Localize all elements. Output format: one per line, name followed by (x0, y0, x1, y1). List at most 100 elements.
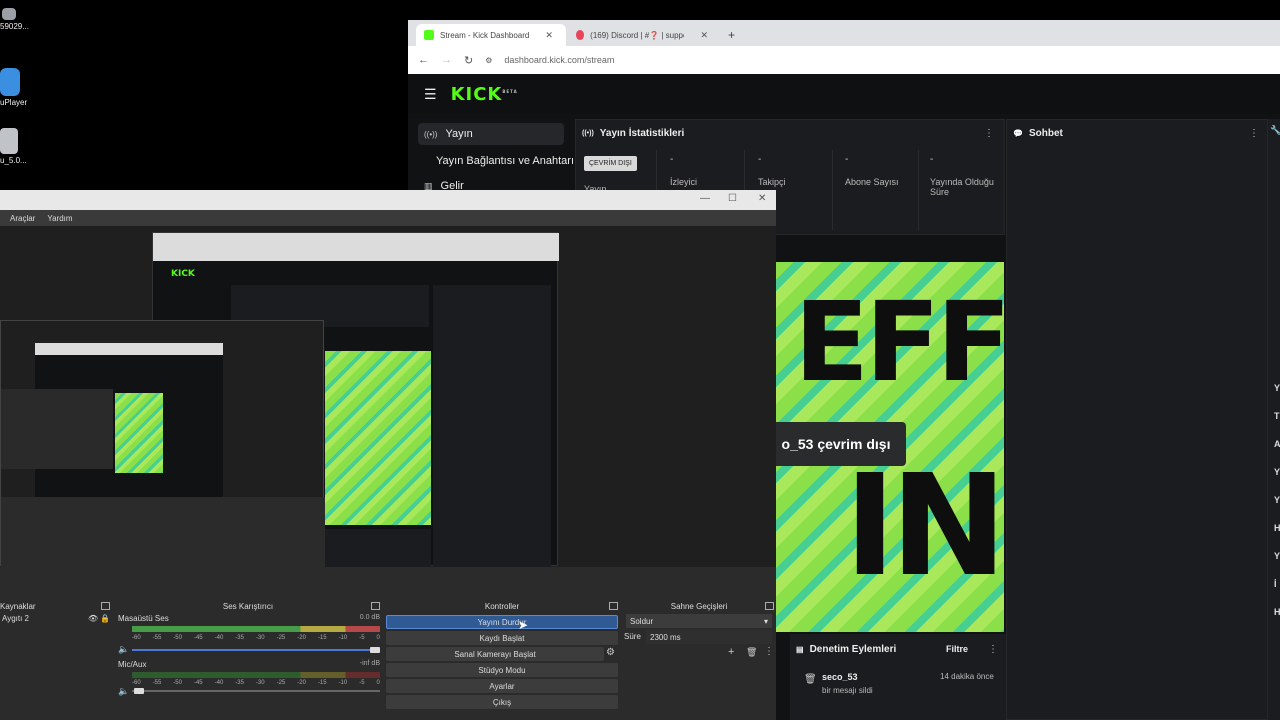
minimize-icon[interactable]: — (700, 193, 710, 204)
start-virtual-camera-button[interactable]: Sanal Kamerayı Başlat (386, 647, 604, 661)
more-options-icon[interactable]: ⋮ (984, 128, 994, 139)
duration-input[interactable]: 2300 ms (646, 630, 772, 644)
kick-logo[interactable]: KICKBETA (451, 84, 518, 105)
panel-title: ((•)) Yayın İstatistikleri (582, 128, 685, 139)
desktop-app-icon (2, 8, 16, 20)
more-options-icon[interactable]: ⋮ (764, 646, 774, 657)
right-edge-label: Y (1274, 495, 1280, 505)
studio-mode-button[interactable]: Stüdyo Modu (386, 663, 618, 677)
document-icon: ▤ (796, 645, 804, 654)
mixer-channel-db: 0.0 dB (359, 614, 380, 621)
close-icon[interactable]: ✕ (700, 30, 708, 41)
tab-title: Stream - Kick Dashboard (440, 30, 530, 40)
volume-slider[interactable] (132, 649, 380, 651)
desktop-icon-1[interactable]: 59029... (0, 8, 40, 31)
add-icon[interactable]: + (728, 646, 734, 658)
visibility-icon[interactable]: 👁 (88, 614, 98, 623)
mixer-dock-title: Ses Karıştırıcı (114, 599, 382, 613)
chat-panel: 💬 Sohbet ⋮ (1006, 119, 1268, 720)
broadcast-icon: ((•)) (582, 130, 594, 137)
obs-window: — ☐ ✕ Araçlar Yardım KICK Kaynaklar Ses … (0, 190, 776, 720)
desktop-icon-label: u_5.0... (0, 156, 27, 165)
chat-icon: 💬 (1013, 129, 1023, 138)
transition-select[interactable]: Soldur ▾ (626, 614, 772, 628)
reload-icon[interactable]: ↻ (464, 54, 473, 67)
start-recording-button[interactable]: Kaydı Başlat (386, 631, 618, 645)
mouse-cursor-icon: ➤ (518, 618, 529, 632)
dock-undock-icon[interactable] (371, 602, 380, 610)
right-edge-label: Y (1274, 551, 1280, 561)
tab-kick-dashboard[interactable]: Stream - Kick Dashboard ✕ (416, 24, 566, 46)
menu-item-help[interactable]: Yardım (47, 214, 72, 223)
sidebar-item-stream-key[interactable]: Yayın Bağlantısı ve Anahtarı (418, 150, 574, 172)
stream-preview: EFF IN o_53 çevrim dışı (774, 262, 1004, 632)
stat-subscribers: - Abone Sayısı (845, 154, 899, 187)
duration-label: Süre (624, 632, 641, 641)
mixer-channel-name: Masaüstü Ses (118, 614, 169, 623)
sidebar-item-yayin[interactable]: ((•)) Yayın (418, 123, 564, 145)
obs-preview-canvas: KICK (0, 226, 776, 567)
right-edge-label: Y (1274, 467, 1280, 477)
mod-entry-time: 14 dakika önce (940, 672, 994, 681)
audio-meter (132, 626, 380, 632)
stop-streaming-button[interactable]: Yayını Durdur (386, 615, 618, 629)
stat-uptime: - Yayında Olduğu Süre (930, 154, 994, 197)
maximize-icon[interactable]: ☐ (728, 193, 737, 204)
more-options-icon[interactable]: ⋮ (1249, 128, 1259, 139)
close-icon[interactable]: ✕ (758, 193, 766, 204)
tab-bar: Stream - Kick Dashboard ✕ (169) Discord … (408, 20, 1280, 46)
right-edge-label: A (1274, 439, 1280, 449)
dock-undock-icon[interactable] (101, 602, 110, 610)
dock-undock-icon[interactable] (609, 602, 618, 610)
site-info-icon[interactable]: ⚙ (485, 56, 492, 65)
trash-icon[interactable]: 🗑 (746, 647, 757, 658)
chevron-down-icon: ▾ (763, 616, 768, 626)
desktop-icon-label: 59029... (0, 22, 29, 31)
volume-knob[interactable] (134, 688, 144, 694)
moderation-panel: ▤ Denetim Eylemleri Filtre ⋮ 🗑 seco_53 b… (790, 634, 1006, 720)
tab-title: (169) Discord | #❓ | support | ... (590, 30, 684, 40)
speaker-icon[interactable]: 🔈 (118, 686, 129, 697)
right-edge-label: T (1274, 411, 1280, 421)
art-text-bottom: IN (844, 445, 1004, 608)
obs-menubar: Araçlar Yardım (0, 210, 776, 226)
nested-capture-2 (0, 320, 325, 567)
volume-knob[interactable] (370, 647, 380, 653)
settings-button[interactable]: Ayarlar (386, 679, 618, 693)
transitions-dock-title: Sahne Geçişleri (622, 599, 776, 613)
source-item[interactable]: Aygıtı 2 👁 🔒 (0, 614, 112, 626)
discord-favicon-icon (576, 30, 585, 40)
dock-undock-icon[interactable] (765, 602, 774, 610)
exit-button[interactable]: Çıkış (386, 695, 618, 709)
back-icon[interactable]: ← (418, 54, 429, 66)
mod-entry-action: bir mesajı sildi (822, 686, 873, 695)
menu-icon[interactable]: ☰ (424, 86, 437, 103)
menu-item-tools[interactable]: Araçlar (10, 214, 35, 223)
desktop-icon-label: uPlayer (0, 98, 28, 107)
obs-titlebar: — ☐ ✕ (0, 190, 776, 210)
tab-discord[interactable]: (169) Discord | #❓ | support | ... ✕ (568, 24, 716, 46)
close-icon[interactable]: ✕ (545, 30, 553, 41)
lock-icon[interactable]: 🔒 (100, 614, 110, 623)
right-edge-label: İ (1274, 579, 1277, 589)
installer-icon (0, 128, 18, 154)
gear-icon[interactable]: ⚙ (606, 647, 615, 658)
broadcast-icon: ((•)) (424, 129, 438, 139)
volume-slider[interactable] (132, 690, 380, 692)
meter-ticks: -60 -55 -50 -45 -40 -35 -30 -25 -20 -15 -10 -5 0 (132, 680, 380, 686)
speaker-icon[interactable]: 🔈 (118, 644, 129, 655)
desktop-icon-3[interactable]: u_5.0... (0, 128, 40, 165)
desktop-icon-2[interactable]: uPlayer (0, 68, 40, 107)
new-tab-button[interactable]: + (720, 24, 740, 46)
url-input[interactable]: dashboard.kick.com/stream (504, 55, 614, 65)
sidebar-item-label: Yayın Bağlantısı ve Anahtarı (436, 155, 574, 167)
filter-button[interactable]: Filtre (946, 644, 968, 654)
more-options-icon[interactable]: ⋮ (988, 644, 998, 655)
right-edge-label: H (1274, 523, 1280, 533)
forward-icon[interactable]: → (441, 54, 452, 66)
mod-entry-user: seco_53 (822, 672, 858, 682)
wrench-icon: 🔧 (1270, 125, 1280, 135)
sources-dock-title: Kaynaklar (0, 599, 112, 613)
mixer-channel-name: Mic/Aux (118, 660, 147, 669)
art-text-top: EFF (794, 278, 1004, 406)
